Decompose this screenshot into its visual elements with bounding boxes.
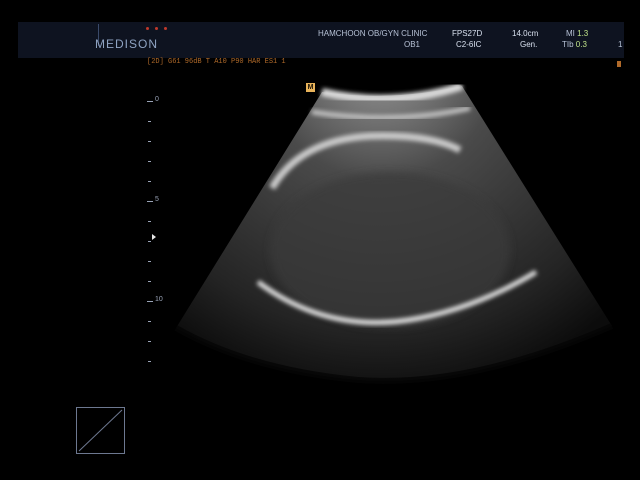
focus-marker: M <box>306 83 315 92</box>
scale-tick <box>148 161 151 162</box>
scale-tick <box>148 241 151 242</box>
scale-label-10: 10 <box>155 296 163 303</box>
focus-depth-arrow-icon[interactable] <box>152 234 156 240</box>
scale-label-5: 5 <box>155 196 159 203</box>
scale-tick-major <box>147 201 153 202</box>
thumbnail-diagonal-icon <box>78 409 123 452</box>
scale-tick <box>148 221 151 222</box>
probe-orientation-thumbnail <box>76 407 125 454</box>
scale-label-0: 0 <box>155 96 159 103</box>
scale-tick <box>148 341 151 342</box>
scale-tick <box>148 121 151 122</box>
scale-tick-major <box>147 301 153 302</box>
scale-tick <box>148 261 151 262</box>
scale-tick <box>148 321 151 322</box>
scale-tick <box>148 361 151 362</box>
scale-tick <box>148 141 151 142</box>
scale-tick <box>148 181 151 182</box>
scale-tick <box>148 281 151 282</box>
scale-tick-major <box>147 101 153 102</box>
